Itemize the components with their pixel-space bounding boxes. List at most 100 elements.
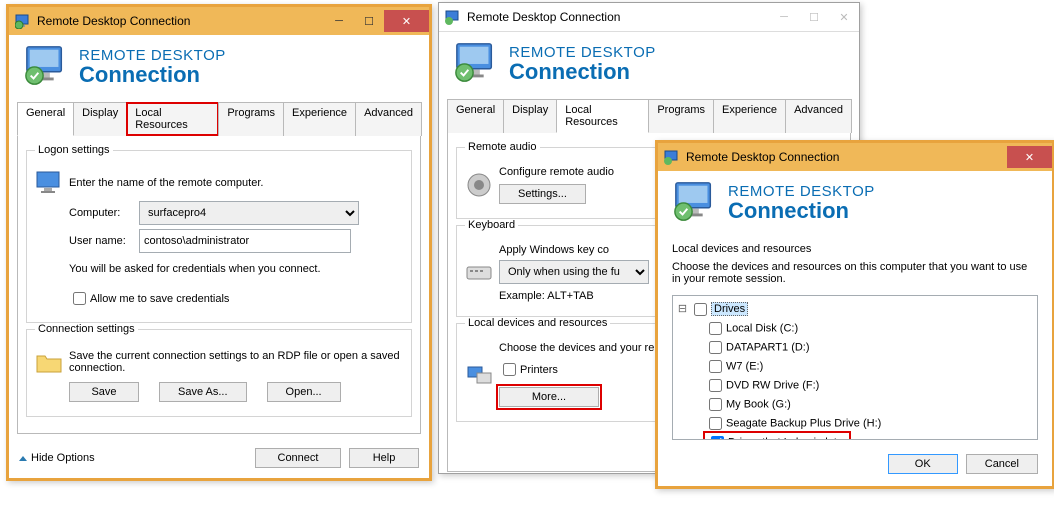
drive-label[interactable]: My Book (G:) — [726, 398, 791, 410]
tab-experience[interactable]: Experience — [283, 102, 356, 136]
credentials-note: You will be asked for credentials when y… — [69, 263, 321, 275]
app-icon — [15, 13, 31, 29]
drive-checkbox[interactable] — [709, 417, 722, 430]
tab-local-resources[interactable]: Local Resources — [556, 99, 649, 133]
audio-settings-button[interactable]: Settings... — [499, 184, 586, 204]
app-icon — [445, 9, 461, 25]
tab-general[interactable]: General — [447, 99, 504, 133]
footer: Hide Options Connect Help — [9, 442, 429, 478]
titlebar: Remote Desktop Connection ✕ — [658, 143, 1052, 171]
tab-programs[interactable]: Programs — [648, 99, 714, 133]
printers-label: Printers — [520, 364, 558, 376]
tab-display[interactable]: Display — [503, 99, 557, 133]
folder-icon — [35, 348, 63, 376]
drive-label[interactable]: Seagate Backup Plus Drive (H:) — [726, 417, 881, 429]
save-as-button[interactable]: Save As... — [159, 382, 247, 402]
tab-local-resources[interactable]: Local Resources — [126, 102, 219, 136]
connection-settings-group: Connection settings Save the current con… — [26, 329, 412, 417]
devices-icon — [465, 361, 493, 389]
tab-general[interactable]: General — [17, 102, 74, 136]
allow-save-checkbox[interactable] — [73, 292, 86, 305]
logon-settings-group: Logon settings Enter the name of the rem… — [26, 150, 412, 323]
maximize-button[interactable]: ☐ — [799, 6, 829, 28]
drive-checkbox[interactable] — [709, 398, 722, 411]
header-line2: Connection — [728, 200, 875, 222]
drives-tree[interactable]: ⊟ Drives Local Disk (C:) DATAPART1 (D:) W… — [672, 295, 1038, 440]
more-button[interactable]: More... — [499, 387, 599, 407]
speaker-icon — [465, 171, 493, 199]
drive-label[interactable]: W7 (E:) — [726, 360, 763, 372]
drive-label[interactable]: DATAPART1 (D:) — [726, 341, 810, 353]
close-button[interactable]: ✕ — [384, 10, 429, 32]
monitor-icon — [35, 169, 63, 197]
help-button[interactable]: Help — [349, 448, 419, 468]
allow-save-label: Allow me to save credentials — [90, 293, 229, 305]
minimize-button[interactable]: ─ — [324, 10, 354, 32]
computer-label: Computer: — [69, 207, 139, 219]
save-button[interactable]: Save — [69, 382, 139, 402]
username-label: User name: — [69, 235, 139, 247]
window-title: Remote Desktop Connection — [686, 150, 1007, 164]
tab-panel: Logon settings Enter the name of the rem… — [17, 135, 421, 434]
drives-later-checkbox[interactable] — [711, 436, 724, 440]
window-title: Remote Desktop Connection — [467, 10, 769, 24]
window-title: Remote Desktop Connection — [37, 14, 324, 28]
header-line1: REMOTE DESKTOP — [79, 47, 226, 64]
drive-checkbox[interactable] — [709, 379, 722, 392]
tab-strip: General Display Local Resources Programs… — [9, 102, 429, 136]
rdc-logo-icon — [453, 40, 499, 86]
hide-options-link[interactable]: Hide Options — [31, 452, 95, 464]
computer-combobox[interactable]: surfacepro4 — [139, 201, 359, 225]
titlebar: Remote Desktop Connection ─ ☐ ✕ — [439, 3, 859, 32]
username-input[interactable] — [139, 229, 351, 253]
header-line2: Connection — [79, 64, 226, 86]
group-label: Keyboard — [465, 219, 518, 231]
group-title: Local devices and resources — [672, 243, 1038, 255]
tab-advanced[interactable]: Advanced — [785, 99, 852, 133]
drives-node[interactable]: Drives — [711, 302, 748, 316]
header-line1: REMOTE DESKTOP — [509, 44, 656, 61]
tab-display[interactable]: Display — [73, 102, 127, 136]
tab-advanced[interactable]: Advanced — [355, 102, 422, 136]
printers-checkbox[interactable] — [503, 363, 516, 376]
rdc-logo-icon — [672, 179, 718, 225]
logon-prompt: Enter the name of the remote computer. — [69, 177, 263, 189]
ok-button[interactable]: OK — [888, 454, 958, 474]
group-text: Choose the devices and resources on this… — [672, 261, 1038, 285]
minimize-button[interactable]: ─ — [769, 6, 799, 28]
collapse-icon[interactable]: ⊟ — [677, 301, 688, 317]
group-label: Remote audio — [465, 141, 540, 153]
tab-programs[interactable]: Programs — [218, 102, 284, 136]
conn-text: Save the current connection settings to … — [69, 350, 403, 374]
drive-checkbox[interactable] — [709, 360, 722, 373]
header-line2: Connection — [509, 61, 656, 83]
header: REMOTE DESKTOP Connection — [439, 32, 859, 98]
drive-label[interactable]: DVD RW Drive (F:) — [726, 379, 819, 391]
tab-strip: General Display Local Resources Programs… — [439, 99, 859, 133]
collapse-icon — [19, 456, 27, 461]
group-label: Connection settings — [35, 323, 138, 335]
cancel-button[interactable]: Cancel — [966, 454, 1038, 474]
maximize-button[interactable]: ☐ — [354, 10, 384, 32]
app-icon — [664, 149, 680, 165]
group-label: Logon settings — [35, 144, 113, 156]
drives-later-label[interactable]: Drives that I plug in later — [728, 436, 847, 440]
rdc-window-general: Remote Desktop Connection ─ ☐ ✕ REMOTE D… — [6, 4, 432, 481]
drive-label[interactable]: Local Disk (C:) — [726, 322, 798, 334]
close-button[interactable]: ✕ — [1007, 146, 1052, 168]
drives-checkbox[interactable] — [694, 303, 707, 316]
titlebar: Remote Desktop Connection ─ ☐ ✕ — [9, 7, 429, 35]
connect-button[interactable]: Connect — [255, 448, 341, 468]
header-line1: REMOTE DESKTOP — [728, 183, 875, 200]
keyboard-icon — [465, 259, 493, 287]
keyboard-combo[interactable]: Only when using the fu — [499, 260, 649, 284]
drive-checkbox[interactable] — [709, 322, 722, 335]
drive-checkbox[interactable] — [709, 341, 722, 354]
dialog-body: Local devices and resources Choose the d… — [658, 237, 1052, 486]
open-button[interactable]: Open... — [267, 382, 341, 402]
tab-experience[interactable]: Experience — [713, 99, 786, 133]
rdc-logo-icon — [23, 43, 69, 89]
header: REMOTE DESKTOP Connection — [9, 35, 429, 101]
close-button[interactable]: ✕ — [829, 6, 859, 28]
rdc-more-dialog: Remote Desktop Connection ✕ REMOTE DESKT… — [655, 140, 1054, 489]
